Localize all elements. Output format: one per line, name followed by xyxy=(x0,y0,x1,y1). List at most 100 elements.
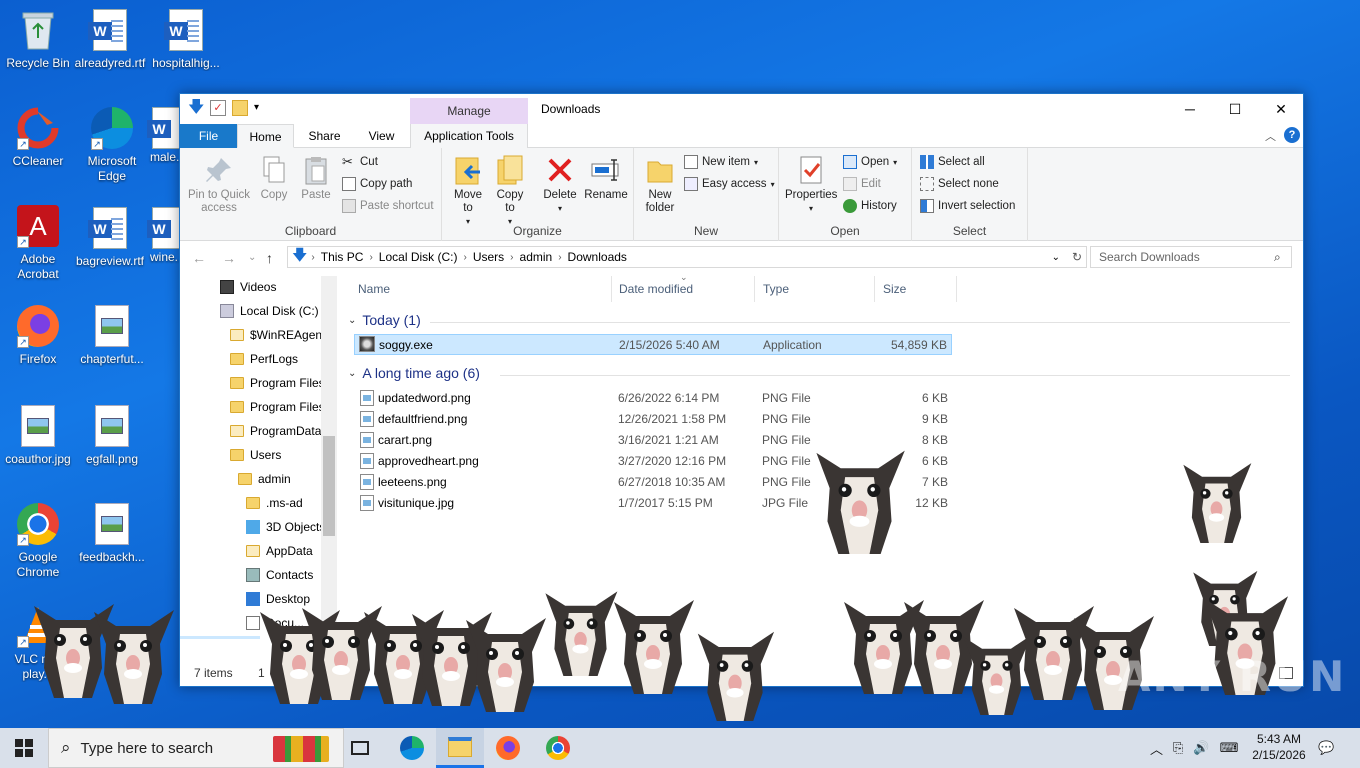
close-button[interactable]: ✕ xyxy=(1258,94,1304,124)
new-item-button[interactable]: New item ▾ xyxy=(684,155,758,169)
paste-button[interactable]: Paste xyxy=(298,154,334,202)
cut-button[interactable]: ✂ Cut xyxy=(342,155,378,169)
address-bar[interactable]: 🡇 › This PC › Local Disk (C:) › Users › … xyxy=(287,246,1087,268)
notifications-icon[interactable]: 💬 xyxy=(1318,728,1338,768)
invert-selection-button[interactable]: Invert selection xyxy=(920,199,1015,213)
desktop-icon-firefox[interactable]: ↗ Firefox xyxy=(0,304,76,367)
customize-qat-icon[interactable]: ▾ xyxy=(254,100,270,116)
maximize-button[interactable]: ☐ xyxy=(1212,94,1258,124)
down-arrow-icon[interactable]: 🡇 xyxy=(188,100,204,116)
desktop-icon-alreadyred[interactable]: W alreadyred.rtf xyxy=(72,8,148,71)
forward-arrow-icon[interactable]: → xyxy=(222,250,236,266)
desktop-icon-bagreview[interactable]: W bagreview.rtf xyxy=(72,206,148,269)
properties-button[interactable]: Properties ▾ xyxy=(785,154,837,215)
column-header-name[interactable]: Name xyxy=(350,276,612,302)
breadcrumb-downloads[interactable]: Downloads xyxy=(562,250,633,264)
taskbar-chrome[interactable] xyxy=(534,728,582,768)
edit-button[interactable]: Edit xyxy=(843,177,881,191)
address-dropdown-icon[interactable]: ⌄ xyxy=(1052,252,1060,263)
nav-item-appdata[interactable]: AppData xyxy=(246,540,313,562)
tab-view[interactable]: View xyxy=(353,124,410,148)
column-header-date[interactable]: Date modified xyxy=(611,276,755,302)
copy-to-button[interactable]: Copy to ▾ xyxy=(492,154,528,228)
easy-access-button[interactable]: Easy access ▾ xyxy=(684,177,775,191)
nav-item-winreagent[interactable]: $WinREAgent xyxy=(230,324,325,346)
nav-item-contacts[interactable]: Contacts xyxy=(246,564,313,586)
up-arrow-icon[interactable]: ↑ xyxy=(266,250,273,266)
file-row[interactable]: updatedword.png 6/26/2022 6:14 PM PNG File… xyxy=(354,387,952,408)
minimize-button[interactable]: ─ xyxy=(1167,94,1213,124)
back-arrow-icon[interactable]: ← xyxy=(192,250,206,266)
nav-item-perflogs[interactable]: PerfLogs xyxy=(230,348,298,370)
group-header-long-ago[interactable]: ⌄ A long time ago (6) xyxy=(348,365,480,381)
start-button[interactable] xyxy=(0,728,48,768)
pin-to-quick-access-button[interactable]: Pin to Quick access xyxy=(186,154,252,215)
nav-item-videos[interactable]: Videos xyxy=(220,276,276,298)
scrollbar-thumb[interactable] xyxy=(323,436,335,536)
volume-icon[interactable]: 🔊 xyxy=(1193,740,1209,756)
collapse-ribbon-icon[interactable]: ︿ xyxy=(1265,128,1276,144)
refresh-icon[interactable]: ↻ xyxy=(1072,250,1082,264)
select-all-button[interactable]: Select all xyxy=(920,155,985,169)
select-none-button[interactable]: Select none xyxy=(920,177,999,191)
desktop-icon-recycle-bin[interactable]: Recycle Bin xyxy=(0,8,76,71)
taskbar-clock[interactable]: 5:43 AM 2/15/2026 xyxy=(1240,731,1318,763)
tab-file[interactable]: File xyxy=(180,124,237,148)
nav-item-program-files-x86[interactable]: Program Files xyxy=(230,396,325,418)
tab-home[interactable]: Home xyxy=(237,124,294,148)
desktop-icon-chapterfut[interactable]: chapterfut... xyxy=(74,304,150,367)
task-view-button[interactable] xyxy=(336,728,384,768)
breadcrumb-users[interactable]: Users xyxy=(467,250,510,264)
breadcrumb-local-disk[interactable]: Local Disk (C:) xyxy=(373,250,464,264)
column-header-type[interactable]: Type xyxy=(755,276,875,302)
new-folder-icon[interactable] xyxy=(232,100,248,116)
show-hidden-icons-icon[interactable]: ︿ xyxy=(1150,739,1163,758)
desktop-icon-feedbackh[interactable]: feedbackh... xyxy=(74,502,150,565)
nav-scrollbar[interactable] xyxy=(321,276,337,639)
properties-check-icon[interactable]: ✓ xyxy=(210,100,226,116)
title-bar[interactable]: 🡇 ✓ ▾ Manage Downloads ─ ☐ ✕ xyxy=(180,94,1303,124)
taskbar-firefox[interactable] xyxy=(484,728,532,768)
nav-item-3d-objects[interactable]: 3D Objects xyxy=(246,516,325,538)
open-button[interactable]: Open ▾ xyxy=(843,155,897,169)
desktop-icon-coauthor[interactable]: coauthor.jpg xyxy=(0,404,76,467)
navigation-pane[interactable]: Videos Local Disk (C:) $WinREAgent PerfL… xyxy=(180,276,337,639)
column-header-size[interactable]: Size xyxy=(875,276,957,302)
copy-path-button[interactable]: Copy path xyxy=(342,177,412,191)
taskbar-file-explorer[interactable] xyxy=(436,728,484,768)
tab-share[interactable]: Share xyxy=(296,124,353,148)
desktop-icon-hospitalhig[interactable]: W hospitalhig... xyxy=(148,8,224,71)
nav-item-local-disk[interactable]: Local Disk (C:) xyxy=(220,300,319,322)
nav-item-programdata[interactable]: ProgramData xyxy=(230,420,321,442)
rename-button[interactable]: Rename xyxy=(584,154,628,202)
breadcrumb-admin[interactable]: admin xyxy=(514,250,559,264)
history-button[interactable]: History xyxy=(843,199,897,213)
desktop-icon-edge[interactable]: ↗ Microsoft Edge xyxy=(74,106,150,184)
file-row[interactable]: defaultfriend.png 12/26/2021 1:58 PM PNG F… xyxy=(354,408,952,429)
breadcrumb-this-pc[interactable]: This PC xyxy=(315,250,370,264)
nav-item-program-files[interactable]: Program Files xyxy=(230,372,325,394)
nav-item-users[interactable]: Users xyxy=(230,444,281,466)
file-explorer-window[interactable]: 🡇 ✓ ▾ Manage Downloads ─ ☐ ✕ File Home S… xyxy=(179,93,1304,687)
desktop-icon-acrobat[interactable]: A ↗ Adobe Acrobat xyxy=(0,204,76,282)
nav-item-ms-ad[interactable]: .ms-ad xyxy=(246,492,303,514)
keyboard-icon[interactable]: ⌨ xyxy=(1220,740,1239,756)
recent-locations-icon[interactable]: ⌄ xyxy=(248,252,256,263)
nav-item-admin[interactable]: admin xyxy=(238,468,291,490)
taskbar-edge[interactable] xyxy=(388,728,436,768)
desktop-icon-ccleaner[interactable]: ↗ CCleaner xyxy=(0,106,76,169)
taskbar-search-box[interactable]: ⌕ Type here to search xyxy=(48,728,344,768)
file-row-soggy[interactable]: soggy.exe 2/15/2026 5:40 AM Application … xyxy=(354,334,952,355)
group-header-today[interactable]: ⌄ Today (1) xyxy=(348,312,421,328)
move-to-button[interactable]: Move to ▾ xyxy=(450,154,486,228)
network-icon[interactable]: ⎘ xyxy=(1173,740,1183,756)
paste-shortcut-button[interactable]: Paste shortcut xyxy=(342,199,434,213)
help-icon[interactable]: ? xyxy=(1284,127,1300,143)
search-input[interactable]: Search Downloads xyxy=(1090,246,1292,268)
new-folder-button[interactable]: New folder xyxy=(640,154,680,215)
desktop-icon-egfall[interactable]: egfall.png xyxy=(74,404,150,467)
tab-application-tools[interactable]: Application Tools xyxy=(410,124,528,148)
nav-item-downloads-selected[interactable]: 🡇 xyxy=(180,636,260,639)
manage-contextual-tab[interactable]: Manage xyxy=(410,98,528,124)
copy-button[interactable]: Copy xyxy=(256,154,292,202)
